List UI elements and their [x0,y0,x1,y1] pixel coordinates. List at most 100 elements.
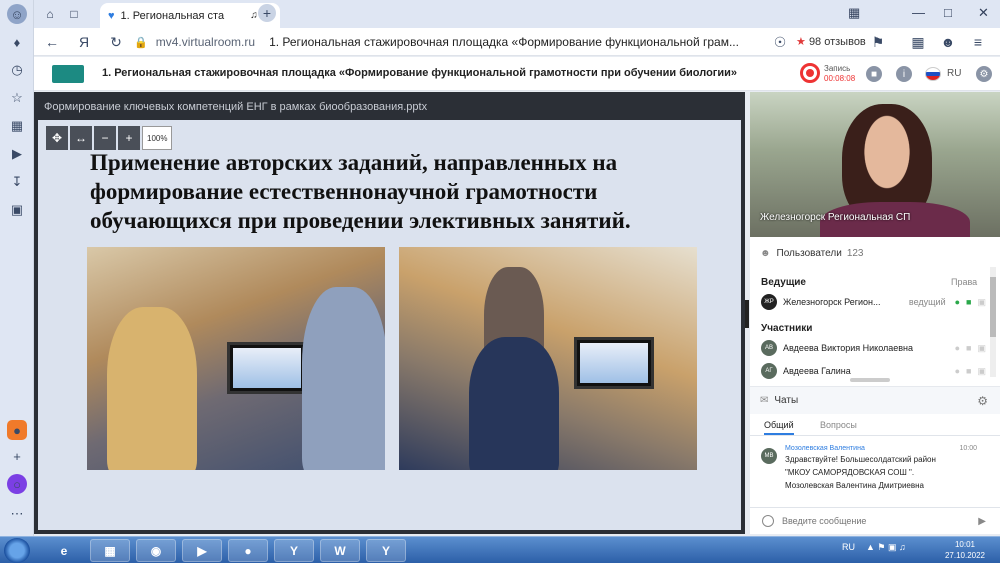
host-row[interactable]: ЖР Железногорск Регион... ведущий ● ■ ▣ [761,293,989,311]
section-resize-handle[interactable] [850,378,890,382]
bookmark-icon[interactable]: ⚑ [868,32,888,52]
classroom-photo-2 [399,247,697,470]
word-icon[interactable]: W [320,539,360,562]
tab-favicon-icon: ♥ [108,9,115,22]
app-icon[interactable]: ● [7,420,27,440]
zoom-in-button[interactable]: + [118,126,140,150]
zoom-level[interactable]: 100% [142,126,173,150]
tray-icons[interactable]: ▲ ⚑ ▣ ♫ [866,542,906,553]
clock-time: 10:01 [954,540,976,549]
message-author[interactable]: Мозолевская Валентина [785,445,865,452]
video-icon[interactable]: ▶ [7,144,27,164]
alice-assistant-icon[interactable]: ○ [7,474,27,494]
extension-avatar-icon[interactable]: ☻ [938,32,958,52]
classroom-photo-1 [87,247,385,470]
new-tab-button[interactable]: + [258,4,276,22]
microphone-icon[interactable]: ● [955,366,960,376]
chat-header[interactable]: ✉ Чаты ⚙ [750,386,1000,414]
participant-row[interactable]: АВ Авдеева Виктория Николаевна ● ■ ▣ [761,339,989,357]
chat-settings-icon[interactable]: ⚙ [977,394,988,408]
camera-icon[interactable]: ■ [966,297,971,307]
speaker-video: Железногорск Региональная СП [750,92,1000,237]
send-icon[interactable]: ▶ [978,516,986,527]
tab-general[interactable]: Общий [764,420,794,435]
zoom-out-button[interactable]: − [94,126,116,150]
ie-icon[interactable]: e [44,539,84,562]
home-icon[interactable]: ⌂ [40,4,60,24]
history-icon[interactable]: ◷ [7,60,27,80]
protect-icon[interactable]: ☉ [770,32,790,52]
menu-icon[interactable]: ≡ [968,32,988,52]
tabs-manager-icon[interactable]: □ [64,4,84,24]
reload-icon[interactable]: ↻ [106,32,126,52]
tab-list-icon[interactable]: ▦ [848,5,860,21]
profile-avatar-icon[interactable]: ☺ [7,4,27,24]
yandex-browser-icon[interactable]: Y [274,539,314,562]
camera-icon[interactable]: ■ [966,343,971,353]
microphone-icon[interactable]: ● [955,297,960,307]
keyboard-language[interactable]: RU [842,542,855,552]
reviews-badge[interactable]: ★ 98 отзывов [796,35,866,48]
camera-icon[interactable]: ■ [966,366,971,376]
collections-icon[interactable]: ▦ [7,116,27,136]
chat-input-row: ▶ [750,507,1000,534]
user-avatar: ЖР [761,294,777,310]
screen-share-icon[interactable]: ▣ [977,366,986,377]
add-panel-icon[interactable]: + [7,446,27,466]
fit-width-icon[interactable]: ↔ [70,126,92,150]
yandex-browser-active-icon[interactable]: Y [366,539,406,562]
user-role: ведущий [908,297,946,307]
download-icon[interactable]: ↧ [994,32,1000,52]
event-title: 1. Региональная стажировочная площадка «… [102,67,738,79]
url-page-title: 1. Региональная стажировочная площадка «… [269,35,739,49]
browser-sidebar: ☺ ♦ ◷ ☆ ▦ ▶ ↧ ▣ ● + ○ ⋯ [0,0,34,536]
user-name: Железногорск Регион... [783,297,881,307]
downloads-icon[interactable]: ↧ [7,172,27,192]
user-avatar: АГ [761,363,777,379]
more-icon[interactable]: ⋯ [7,504,27,524]
bookmarks-star-icon[interactable]: ☆ [7,88,27,108]
move-icon[interactable]: ✥ [46,126,68,150]
lock-icon[interactable]: 🔒 [134,36,148,49]
microphone-icon[interactable]: ● [955,343,960,353]
info-icon[interactable]: i [896,66,912,82]
russia-flag-icon[interactable] [925,67,941,81]
minimize-icon[interactable]: — [912,5,925,20]
record-label: Запись [824,64,851,73]
maximize-icon[interactable]: □ [944,5,952,20]
language-selector[interactable]: RU [947,68,961,79]
computer-monitor [227,342,307,394]
settings-icon[interactable]: ⚙ [976,66,992,82]
screen-share-icon[interactable]: ▣ [977,343,986,354]
screenshot-icon[interactable]: ▣ [7,200,27,220]
browser-tab-active[interactable]: ♥ 1. Региональная ста ♫ ✕ [100,3,280,28]
back-icon[interactable]: ← [42,32,62,52]
users-scrollbar[interactable] [990,267,996,377]
media-player-icon[interactable]: ▶ [182,539,222,562]
speaker-icon[interactable]: ♫ [250,10,258,21]
users-header[interactable]: ☻ Пользователи 123 [750,243,1000,263]
emoji-icon[interactable] [762,515,774,527]
app-header: 1. Региональная стажировочная площадка «… [34,57,1000,91]
folder-icon[interactable]: ■ [866,66,882,82]
firefox-icon[interactable]: ● [228,539,268,562]
screen-share-icon[interactable]: ▣ [977,297,986,308]
url-field[interactable]: 🔒 mv4.virtualroom.ru 1. Региональная ста… [134,31,774,53]
panel-resize-handle[interactable] [745,300,749,328]
chat-icon: ✉ [760,395,769,406]
extensions-icon[interactable]: ▦ [908,32,928,52]
notifications-icon[interactable]: ♦ [7,32,27,52]
explorer-icon[interactable]: ▦ [90,539,130,562]
yandex-icon[interactable]: Я [74,32,94,52]
close-window-icon[interactable]: ✕ [978,5,989,21]
tab-questions[interactable]: Вопросы [820,420,857,430]
app-logo [52,65,84,83]
record-icon[interactable] [800,63,820,83]
student-figure [302,287,385,470]
chrome-icon[interactable]: ◉ [136,539,176,562]
system-clock[interactable]: 10:01 27.10.2022 [940,539,990,561]
users-icon: ☻ [760,247,771,259]
start-button[interactable] [4,538,30,563]
chat-message-input[interactable] [782,516,952,526]
computer-monitor [574,337,654,389]
